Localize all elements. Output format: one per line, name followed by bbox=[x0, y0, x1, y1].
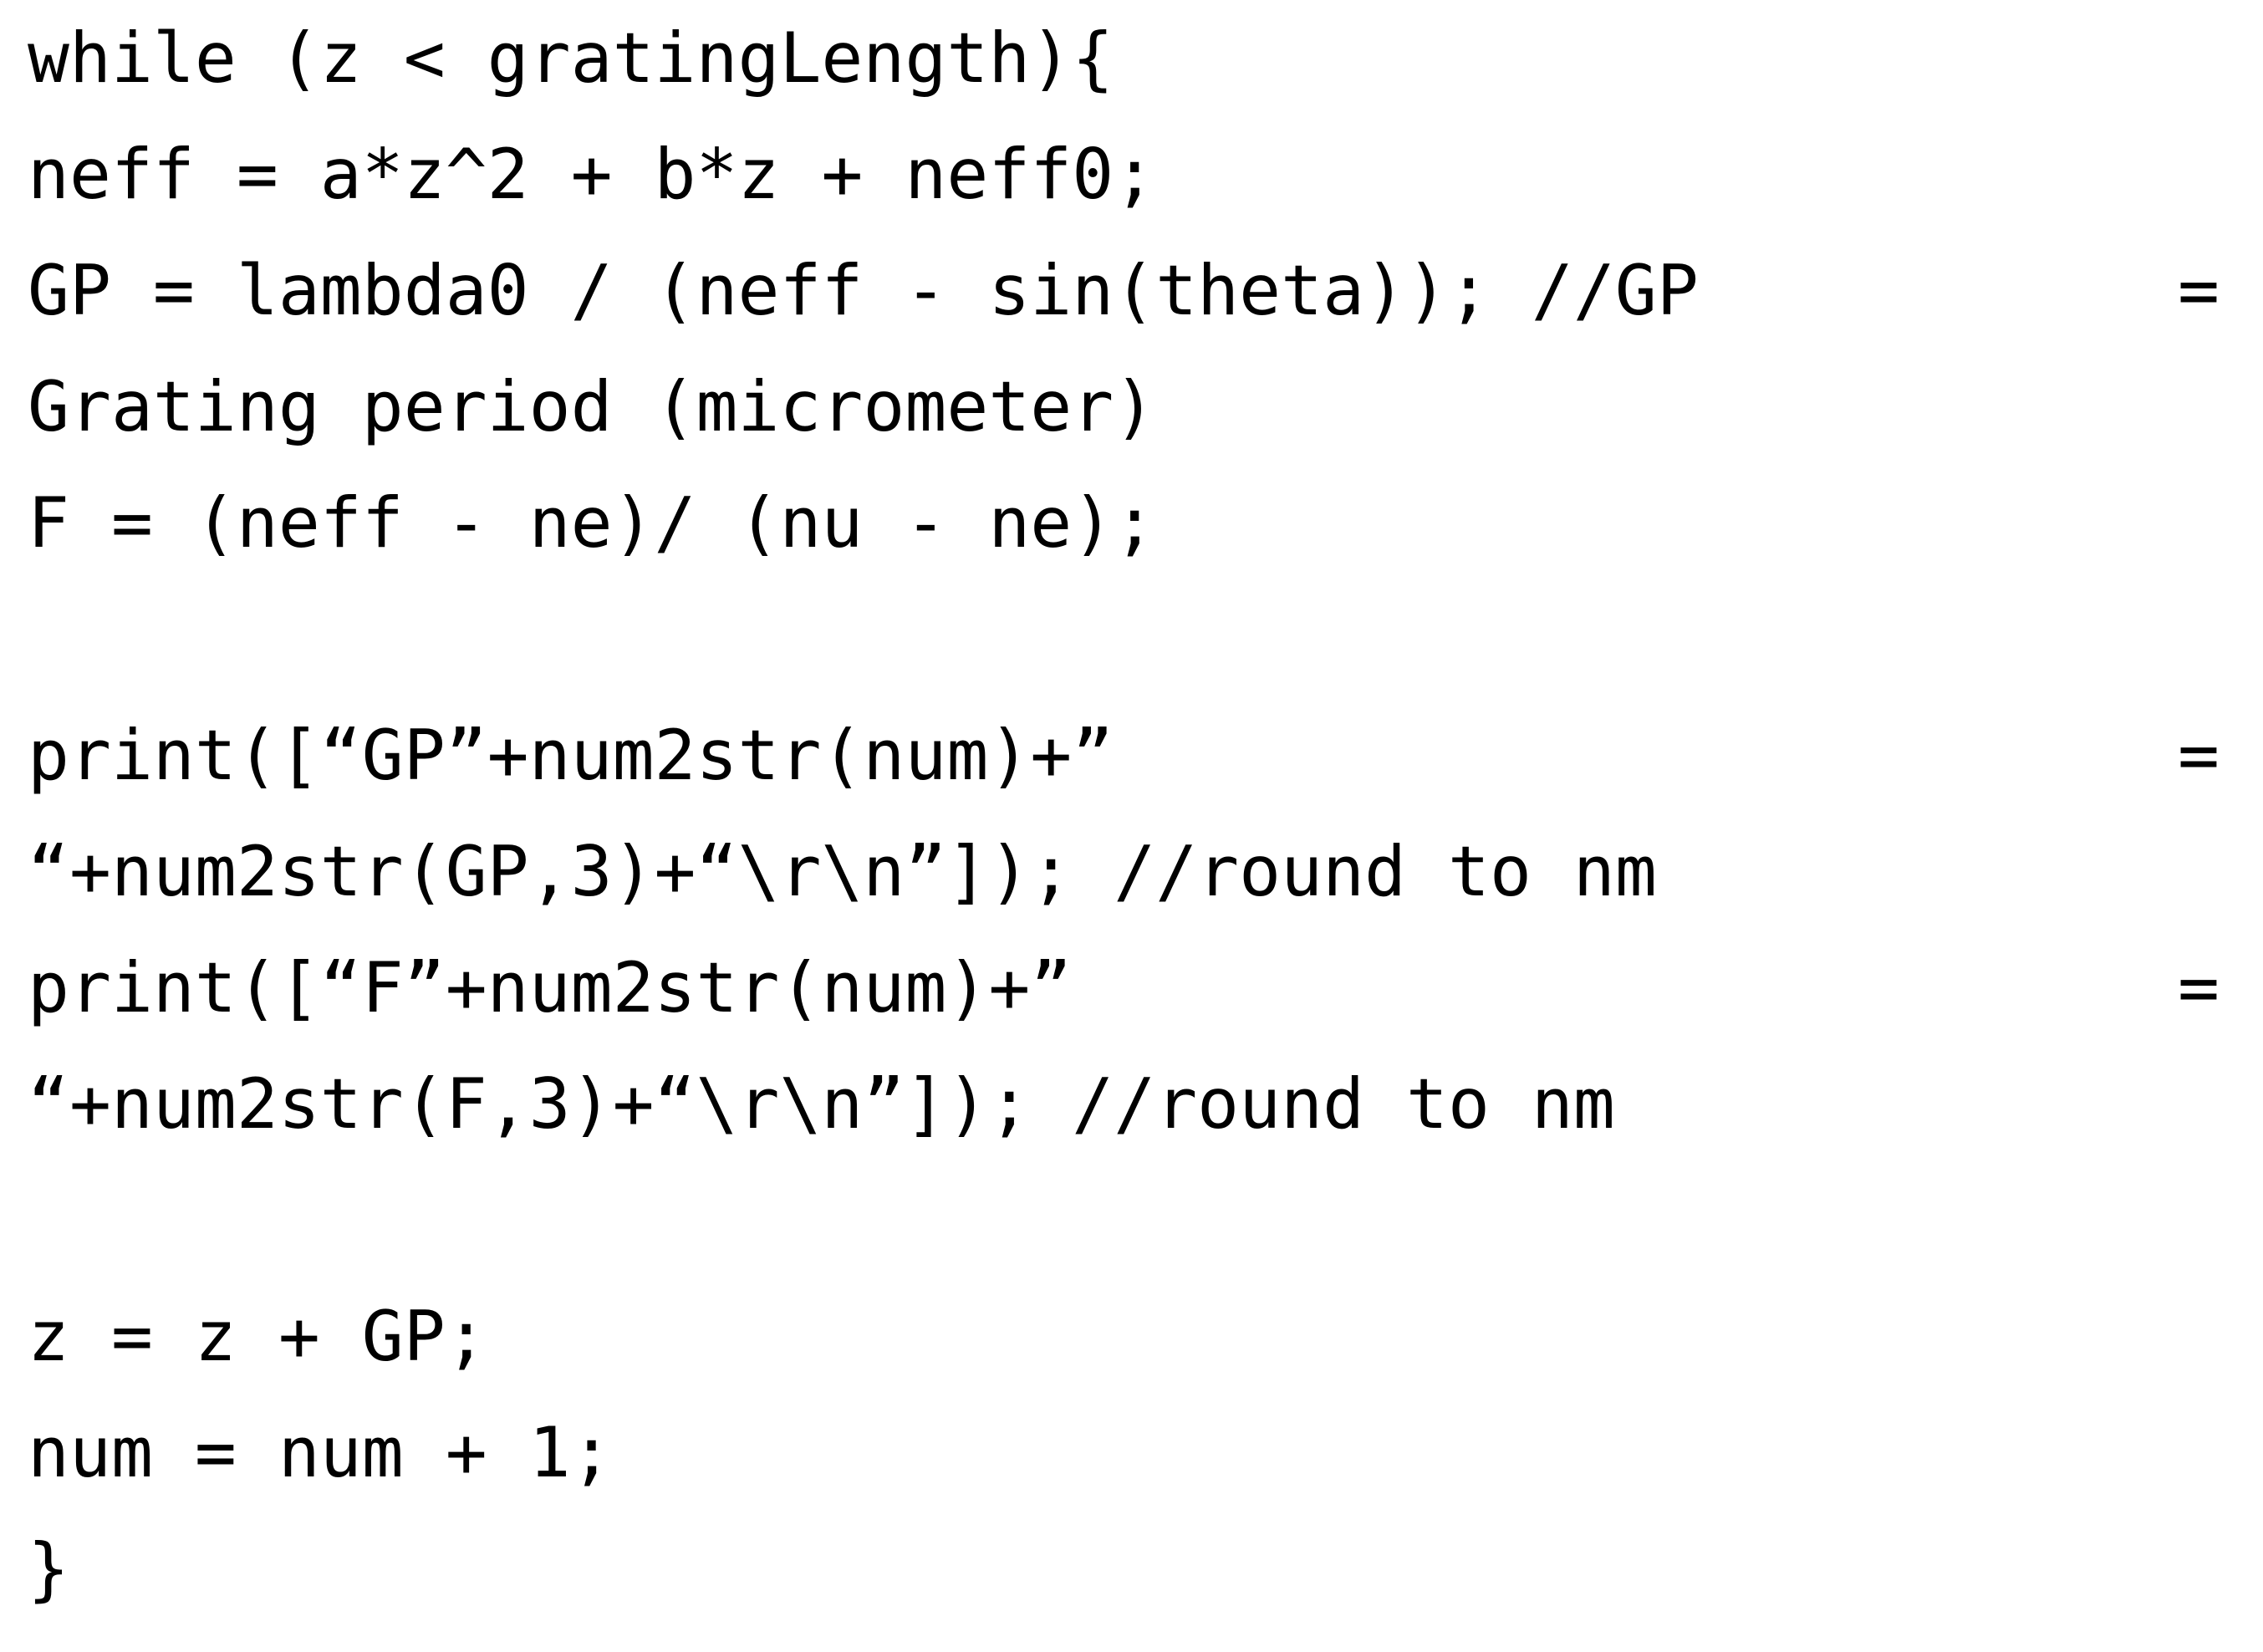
line-print-f-cont: “+num2str(F,3)+“\r\n”]); //round to nm bbox=[28, 1046, 2220, 1162]
line-blank-1 bbox=[28, 581, 2220, 697]
line-print-gp-left: print([“GP”+num2str(num)+” bbox=[28, 715, 1114, 796]
line-gp-comment-cont-text: Grating period (micrometer) bbox=[28, 366, 1156, 447]
code-listing: while (z < gratingLength){ neff = a*z^2 +… bbox=[28, 0, 2220, 1652]
line-close-brace-text: } bbox=[28, 1528, 69, 1609]
line-gp-left: GP = lambda0 / (neff - sin(theta)); //GP bbox=[28, 250, 1699, 331]
line-z-update-text: z = z + GP; bbox=[28, 1296, 487, 1377]
line-print-gp-cont: “+num2str(GP,3)+“\r\n”]); //round to nm bbox=[28, 813, 2220, 930]
line-print-gp-right: = bbox=[2178, 715, 2220, 796]
line-z-update: z = z + GP; bbox=[28, 1278, 2220, 1395]
line-gp-comment-cont: Grating period (micrometer) bbox=[28, 349, 2220, 465]
line-while-text: while (z < gratingLength){ bbox=[28, 18, 1114, 99]
line-num-update: num = num + 1; bbox=[28, 1395, 2220, 1511]
line-print-f-right: = bbox=[2178, 947, 2220, 1028]
line-print-gp: print([“GP”+num2str(num)+” = bbox=[28, 697, 2220, 813]
line-gp-right: = bbox=[2178, 250, 2220, 331]
line-print-f-cont-text: “+num2str(F,3)+“\r\n”]); //round to nm bbox=[28, 1063, 1615, 1145]
line-print-f: print([“F”+num2str(num)+” = bbox=[28, 930, 2220, 1046]
line-print-gp-cont-text: “+num2str(GP,3)+“\r\n”]); //round to nm bbox=[28, 831, 1657, 912]
line-while: while (z < gratingLength){ bbox=[28, 0, 2220, 116]
line-blank-2 bbox=[28, 1162, 2220, 1278]
line-print-f-left: print([“F”+num2str(num)+” bbox=[28, 947, 1073, 1028]
line-num-update-text: num = num + 1; bbox=[28, 1412, 613, 1493]
line-f: F = (neff - ne)/ (nu - ne); bbox=[28, 465, 2220, 581]
line-f-text: F = (neff - ne)/ (nu - ne); bbox=[28, 482, 1156, 563]
line-neff-text: neff = a*z^2 + b*z + neff0; bbox=[28, 134, 1156, 215]
line-neff: neff = a*z^2 + b*z + neff0; bbox=[28, 116, 2220, 232]
line-gp: GP = lambda0 / (neff - sin(theta)); //GP… bbox=[28, 232, 2220, 349]
line-close-brace: } bbox=[28, 1511, 2220, 1627]
